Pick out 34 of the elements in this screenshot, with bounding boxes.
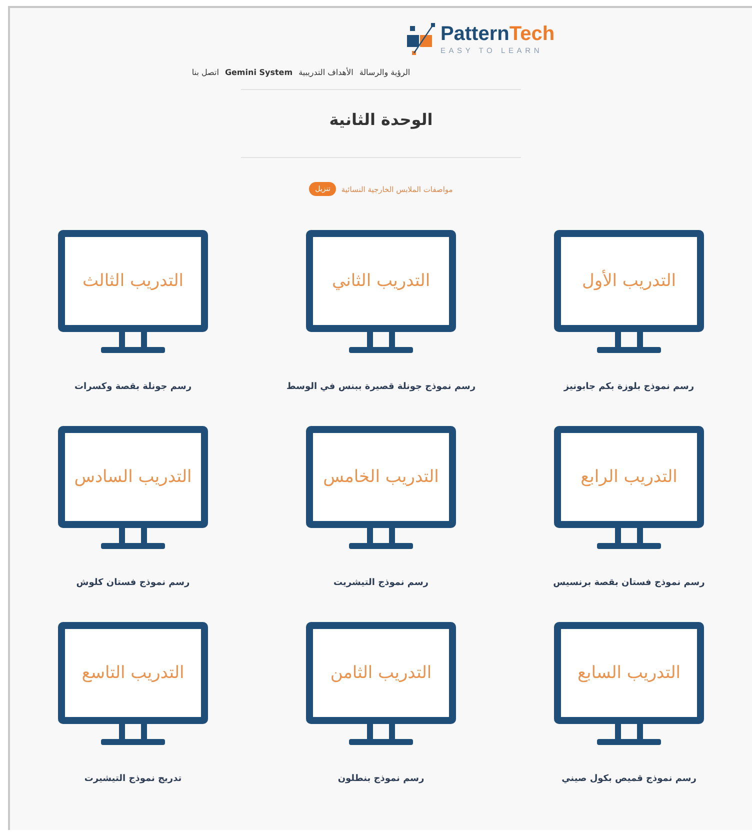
training-link[interactable]: رسم نموذج التيشريت bbox=[334, 578, 428, 588]
training-link[interactable]: رسم نموذج بلوزة بكم جابونيز bbox=[564, 382, 694, 392]
screen-title: التدريب الرابع bbox=[580, 467, 678, 487]
screen-title: التدريب السادس bbox=[74, 467, 192, 487]
training-link[interactable]: رسم نموذج فستان بقصة برنسيس bbox=[553, 578, 705, 588]
training-link[interactable]: رسم نموذج قميص بكول صيني bbox=[562, 774, 696, 784]
monitor-stand-icon bbox=[101, 332, 165, 354]
monitor-stand-icon bbox=[597, 332, 661, 354]
screen-title: التدريب الثالث bbox=[82, 271, 184, 291]
screen-title: التدريب السابع bbox=[577, 663, 681, 683]
monitor-stand-icon bbox=[101, 724, 165, 746]
screen-title: التدريب الثامن bbox=[330, 663, 432, 683]
monitor-stand-icon bbox=[349, 724, 413, 746]
training-link[interactable]: رسم نموذج جونلة قصيرة ببنس في الوسط bbox=[286, 382, 476, 392]
nav-link[interactable]: الرؤية والرسالة bbox=[359, 68, 410, 77]
training-link[interactable]: رسم نموذج فستان كلوش bbox=[76, 578, 190, 588]
page-title: الوحدة الثانية bbox=[329, 110, 433, 129]
monitor-stand-icon bbox=[597, 724, 661, 746]
nav-link[interactable]: الأهداف التدريبية bbox=[298, 68, 354, 77]
training-link[interactable]: رسم جونلة بقصة وكسرات bbox=[74, 382, 192, 392]
nav-link[interactable]: اتصل بنا bbox=[192, 68, 219, 77]
screen-title: التدريب الأول bbox=[582, 271, 676, 291]
training-link[interactable]: رسم نموذج بنطلون bbox=[338, 774, 424, 784]
monitor-stand-icon bbox=[101, 528, 165, 550]
monitor-stand-icon bbox=[597, 528, 661, 550]
screen-title: التدريب التاسع bbox=[82, 663, 184, 683]
monitor-stand-icon bbox=[349, 528, 413, 550]
screen-title: التدريب الخامس bbox=[323, 467, 439, 487]
nav-link[interactable]: Gemini System bbox=[224, 68, 293, 77]
logo-text: PatternTech bbox=[440, 24, 555, 44]
screen-title: التدريب الثاني bbox=[332, 271, 430, 291]
monitor-stand-icon bbox=[349, 332, 413, 354]
logo-icon bbox=[407, 22, 438, 56]
training-link[interactable]: تدريج نموذج التيشيرت bbox=[84, 774, 182, 784]
